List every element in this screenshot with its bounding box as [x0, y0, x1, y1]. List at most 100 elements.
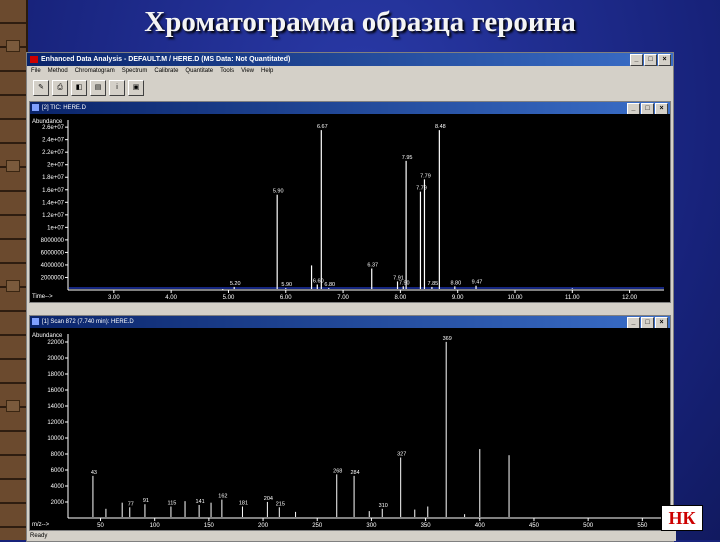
y-tick-label: 6000000	[41, 250, 65, 256]
y-tick-label: 1.4e+07	[42, 200, 65, 206]
peak-label: 6.80	[324, 282, 335, 288]
peak-label: 7.90	[399, 280, 410, 286]
x-tick-label: 300	[366, 523, 377, 529]
x-tick-label: 12.00	[622, 295, 638, 301]
y-axis-label: Abundance	[32, 333, 63, 339]
peak-label: 7.79	[420, 173, 431, 179]
y-tick-label: 1.2e+07	[42, 213, 65, 219]
tic-plot-area[interactable]: Abundance Time--> 2.6e+07 2.4e+07 2.2e+07 2e+…	[30, 114, 670, 302]
peak-label: 43	[91, 470, 97, 476]
app-titlebar: Enhanced Data Analysis - DEFAULT.M / HER…	[27, 53, 673, 66]
x-tick-label: 550	[637, 523, 648, 529]
tic-window-titlebar: [2] TIC: HERE.D _ □ ×	[30, 102, 670, 115]
tool-3-button[interactable]: ◧	[71, 80, 87, 96]
x-axis-label: m/z-->	[32, 522, 50, 528]
peak-label: 5.20	[230, 281, 241, 287]
menu-item-spectrum[interactable]: Spectrum	[122, 66, 148, 77]
maximize-button[interactable]: □	[644, 54, 657, 66]
y-tick-label: 16000	[47, 388, 64, 394]
menu-item-tools[interactable]: Tools	[220, 66, 234, 77]
tool-4-button[interactable]: ▤	[90, 80, 106, 96]
tool-1-button[interactable]: ✎	[33, 80, 49, 96]
menu-item-view[interactable]: View	[241, 66, 254, 77]
peak-label: 6.67	[317, 124, 328, 130]
menu-item-chromatogram[interactable]: Chromatogram	[75, 66, 115, 77]
peak-label: 115	[168, 501, 177, 507]
y-tick-label: 1.6e+07	[42, 188, 65, 194]
minimize-button[interactable]: _	[630, 54, 643, 66]
peak-label: 327	[397, 451, 406, 457]
menu-bar: File Method Chromatogram Spectrum Calibrate Q…	[27, 66, 673, 77]
x-tick-label: 150	[204, 523, 215, 529]
tic-chart: Abundance Time--> 2.6e+07 2.4e+07 2.2e+07 2e+…	[32, 119, 664, 301]
tic-window[interactable]: [2] TIC: HERE.D _ □ × Abundance Time--> 2.…	[29, 101, 671, 303]
y-tick-label: 18000	[47, 372, 64, 378]
x-tick-label: 50	[97, 523, 104, 529]
close-button[interactable]: ×	[658, 54, 671, 66]
y-tick-label: 10000	[47, 436, 64, 442]
menu-item-quantitate[interactable]: Quantitate	[185, 66, 213, 77]
x-tick-label: 3.00	[108, 295, 120, 301]
scan-window-title: [1] Scan 872 (7.740 min): HERE.D	[42, 319, 134, 325]
peak-label: 215	[276, 501, 285, 507]
peak-label: 141	[196, 499, 205, 505]
x-tick-label: 6.00	[280, 295, 292, 301]
peak-label: 6.60	[313, 278, 324, 284]
menu-item-method[interactable]: Method	[48, 66, 68, 77]
film-notch	[6, 160, 20, 172]
menu-item-calibrate[interactable]: Calibrate	[154, 66, 178, 77]
peak-label: 77	[128, 501, 134, 507]
x-tick-label: 250	[312, 523, 323, 529]
film-notch	[6, 280, 20, 292]
app-icon	[30, 56, 38, 63]
scan-plot-area[interactable]: Abundance m/z--> 22000 20000 18000 16000 14000…	[30, 328, 670, 530]
menu-item-help[interactable]: Help	[261, 66, 273, 77]
y-tick-label: 2.4e+07	[42, 138, 65, 144]
peak-label: 369	[443, 336, 452, 342]
y-tick-label: 22000	[47, 340, 64, 346]
peak-label: 181	[239, 501, 248, 507]
y-tick-label: 20000	[47, 356, 64, 362]
film-strip-border	[0, 0, 28, 540]
x-tick-label: 200	[258, 523, 269, 529]
chart-icon	[32, 318, 39, 325]
chart-icon	[32, 104, 39, 111]
peak-label: 5.90	[273, 189, 284, 195]
peak-label: 268	[333, 468, 342, 474]
x-tick-label: 8.00	[395, 295, 407, 301]
tool-6-button[interactable]: ▣	[128, 80, 144, 96]
x-tick-label: 5.00	[223, 295, 235, 301]
nk-label: НК	[661, 505, 703, 531]
y-tick-label: 14000	[47, 404, 64, 410]
peak-label: 6.37	[367, 262, 378, 268]
toolbar: ✎ ⎙ ◧ ▤ i ▣	[27, 77, 673, 99]
peak-label: 9.47	[472, 280, 483, 286]
film-notch	[6, 400, 20, 412]
peak-label: 310	[379, 503, 388, 509]
peak-label: 284	[350, 470, 359, 476]
peak-label: 7.79	[416, 186, 427, 192]
y-tick-label: 4000000	[41, 263, 65, 269]
peak-label: 162	[218, 494, 227, 500]
peak-label: 204	[264, 496, 273, 502]
y-axis-label: Abundance	[32, 119, 63, 125]
x-tick-label: 4.00	[165, 295, 177, 301]
scan-window[interactable]: [1] Scan 872 (7.740 min): HERE.D _ □ × A…	[29, 315, 671, 531]
tool-2-button[interactable]: ⎙	[52, 80, 68, 96]
x-tick-label: 450	[529, 523, 540, 529]
tool-5-button[interactable]: i	[109, 80, 125, 96]
peak-label: 8.48	[435, 124, 446, 130]
peak-label: 7.95	[402, 155, 413, 161]
y-tick-label: 2.2e+07	[42, 150, 65, 156]
x-tick-label: 10.00	[507, 295, 523, 301]
y-tick-label: 1.8e+07	[42, 175, 65, 181]
y-tick-label: 8000	[51, 452, 65, 458]
y-tick-label: 4000	[51, 484, 65, 490]
x-tick-label: 7.00	[337, 295, 349, 301]
y-tick-label: 2000000	[41, 275, 65, 281]
menu-item-file[interactable]: File	[31, 66, 41, 77]
film-notch	[6, 40, 20, 52]
y-tick-label: 8000000	[41, 238, 65, 244]
x-tick-label: 350	[421, 523, 432, 529]
y-tick-label: 6000	[51, 468, 65, 474]
